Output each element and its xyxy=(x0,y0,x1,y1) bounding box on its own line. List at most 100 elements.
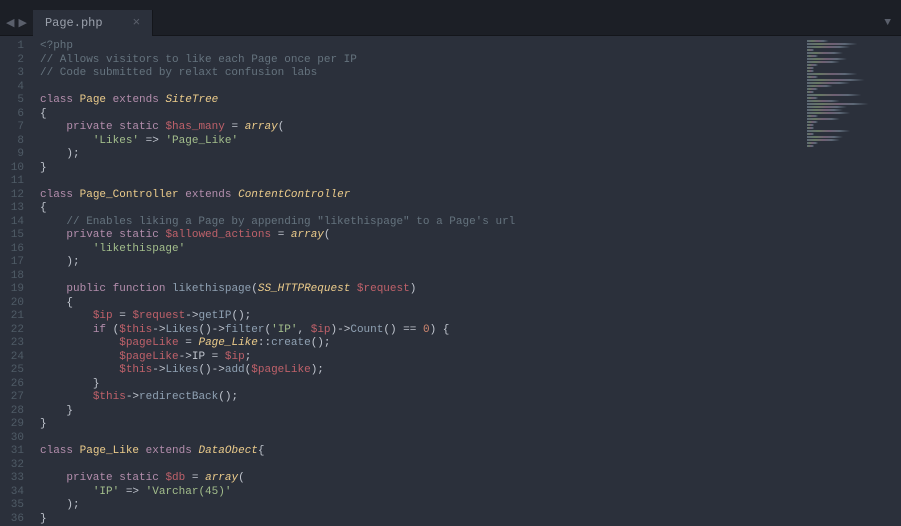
editor-pane: 1234567891011121314151617181920212223242… xyxy=(0,36,901,522)
paren: ); xyxy=(66,148,79,160)
comment-line: // Enables liking a Page by appending "l… xyxy=(66,216,515,228)
method: redirectBack xyxy=(139,391,218,403)
string: 'likethispage' xyxy=(93,243,185,255)
close-icon[interactable]: × xyxy=(133,15,141,30)
operator: = xyxy=(119,310,126,322)
operator: = xyxy=(231,121,238,133)
method: add xyxy=(225,364,245,376)
keyword-class: class xyxy=(40,189,73,201)
function-name: likethispage xyxy=(172,283,251,295)
line-number: 10 xyxy=(8,162,24,176)
line-number: 14 xyxy=(8,216,24,230)
line-number: 35 xyxy=(8,499,24,513)
line-number: 3 xyxy=(8,67,24,81)
operator: :: xyxy=(258,337,271,349)
keyword-class: class xyxy=(40,94,73,106)
line-number: 2 xyxy=(8,54,24,68)
comma: , xyxy=(298,324,305,336)
paren: ( xyxy=(324,229,331,241)
variable: $this xyxy=(93,391,126,403)
line-number: 36 xyxy=(8,513,24,526)
method: filter xyxy=(225,324,265,336)
method: Count xyxy=(350,324,383,336)
line-number: 9 xyxy=(8,148,24,162)
parent-class: ContentController xyxy=(238,189,350,201)
line-number: 28 xyxy=(8,405,24,419)
brace: } xyxy=(40,162,47,174)
class-name: Page_Like xyxy=(80,445,139,457)
line-number: 6 xyxy=(8,108,24,122)
line-number: 34 xyxy=(8,486,24,500)
operator: = xyxy=(278,229,285,241)
string: 'IP' xyxy=(271,324,297,336)
line-number: 4 xyxy=(8,81,24,95)
keyword-class: class xyxy=(40,445,73,457)
tab-active[interactable]: Page.php × xyxy=(33,10,153,36)
parent-class: DataObect xyxy=(198,445,257,457)
paren: ) xyxy=(410,283,417,295)
brace: { xyxy=(40,202,47,214)
tab-next-icon[interactable]: ▶ xyxy=(18,16,26,30)
line-number: 29 xyxy=(8,418,24,432)
code-area[interactable]: <?php // Allows visitors to like each Pa… xyxy=(34,36,901,522)
line-number: 31 xyxy=(8,445,24,459)
line-number: 16 xyxy=(8,243,24,257)
variable: $has_many xyxy=(165,121,224,133)
param-type: SS_HTTPRequest xyxy=(258,283,350,295)
keyword-public: public xyxy=(66,283,106,295)
operator: -> xyxy=(212,364,225,376)
tab-prev-icon[interactable]: ◀ xyxy=(6,16,14,30)
operator: -> xyxy=(337,324,350,336)
line-number: 5 xyxy=(8,94,24,108)
line-number: 30 xyxy=(8,432,24,446)
line-number: 32 xyxy=(8,459,24,473)
tab-bar: ◀ ▶ Page.php × ▼ xyxy=(0,10,901,36)
param-var: $request xyxy=(357,283,410,295)
paren: ( xyxy=(278,121,285,133)
tab-overflow-icon[interactable]: ▼ xyxy=(884,17,901,29)
comment-line: // Code submitted by relaxt confusion la… xyxy=(40,67,317,79)
line-number: 20 xyxy=(8,297,24,311)
keyword-static: static xyxy=(119,472,159,484)
brace: } xyxy=(40,513,47,525)
operator: => xyxy=(126,486,139,498)
line-number: 26 xyxy=(8,378,24,392)
type-array: array xyxy=(245,121,278,133)
string: 'Varchar(45)' xyxy=(146,486,232,498)
window-titlebar xyxy=(0,0,901,10)
operator: = xyxy=(185,337,192,349)
line-number: 25 xyxy=(8,364,24,378)
line-number: 18 xyxy=(8,270,24,284)
class-name: Page_Controller xyxy=(80,189,179,201)
variable: $ip xyxy=(311,324,331,336)
brace: } xyxy=(66,405,73,417)
keyword-private: private xyxy=(66,121,112,133)
brace: } xyxy=(93,378,100,390)
method: create xyxy=(271,337,311,349)
operator: -> xyxy=(185,310,198,322)
number: 0 xyxy=(423,324,430,336)
line-number: 1 xyxy=(8,40,24,54)
line-number: 7 xyxy=(8,121,24,135)
brace: { xyxy=(443,324,450,336)
line-number-gutter: 1234567891011121314151617181920212223242… xyxy=(0,36,34,522)
variable: $pageLike xyxy=(119,351,178,363)
operator: -> xyxy=(152,364,165,376)
variable: $ip xyxy=(225,351,245,363)
brace: { xyxy=(66,297,73,309)
paren: (); xyxy=(311,337,331,349)
line-number: 19 xyxy=(8,283,24,297)
variable: $this xyxy=(119,364,152,376)
line-number: 13 xyxy=(8,202,24,216)
variable: $this xyxy=(119,324,152,336)
keyword-static: static xyxy=(119,121,159,133)
keyword-if: if xyxy=(93,324,106,336)
line-number: 12 xyxy=(8,189,24,203)
property: IP xyxy=(192,351,205,363)
variable: $request xyxy=(132,310,185,322)
variable: $pageLike xyxy=(119,337,178,349)
paren: ( xyxy=(238,472,245,484)
operator: == xyxy=(403,324,416,336)
line-number: 23 xyxy=(8,337,24,351)
keyword-private: private xyxy=(66,229,112,241)
